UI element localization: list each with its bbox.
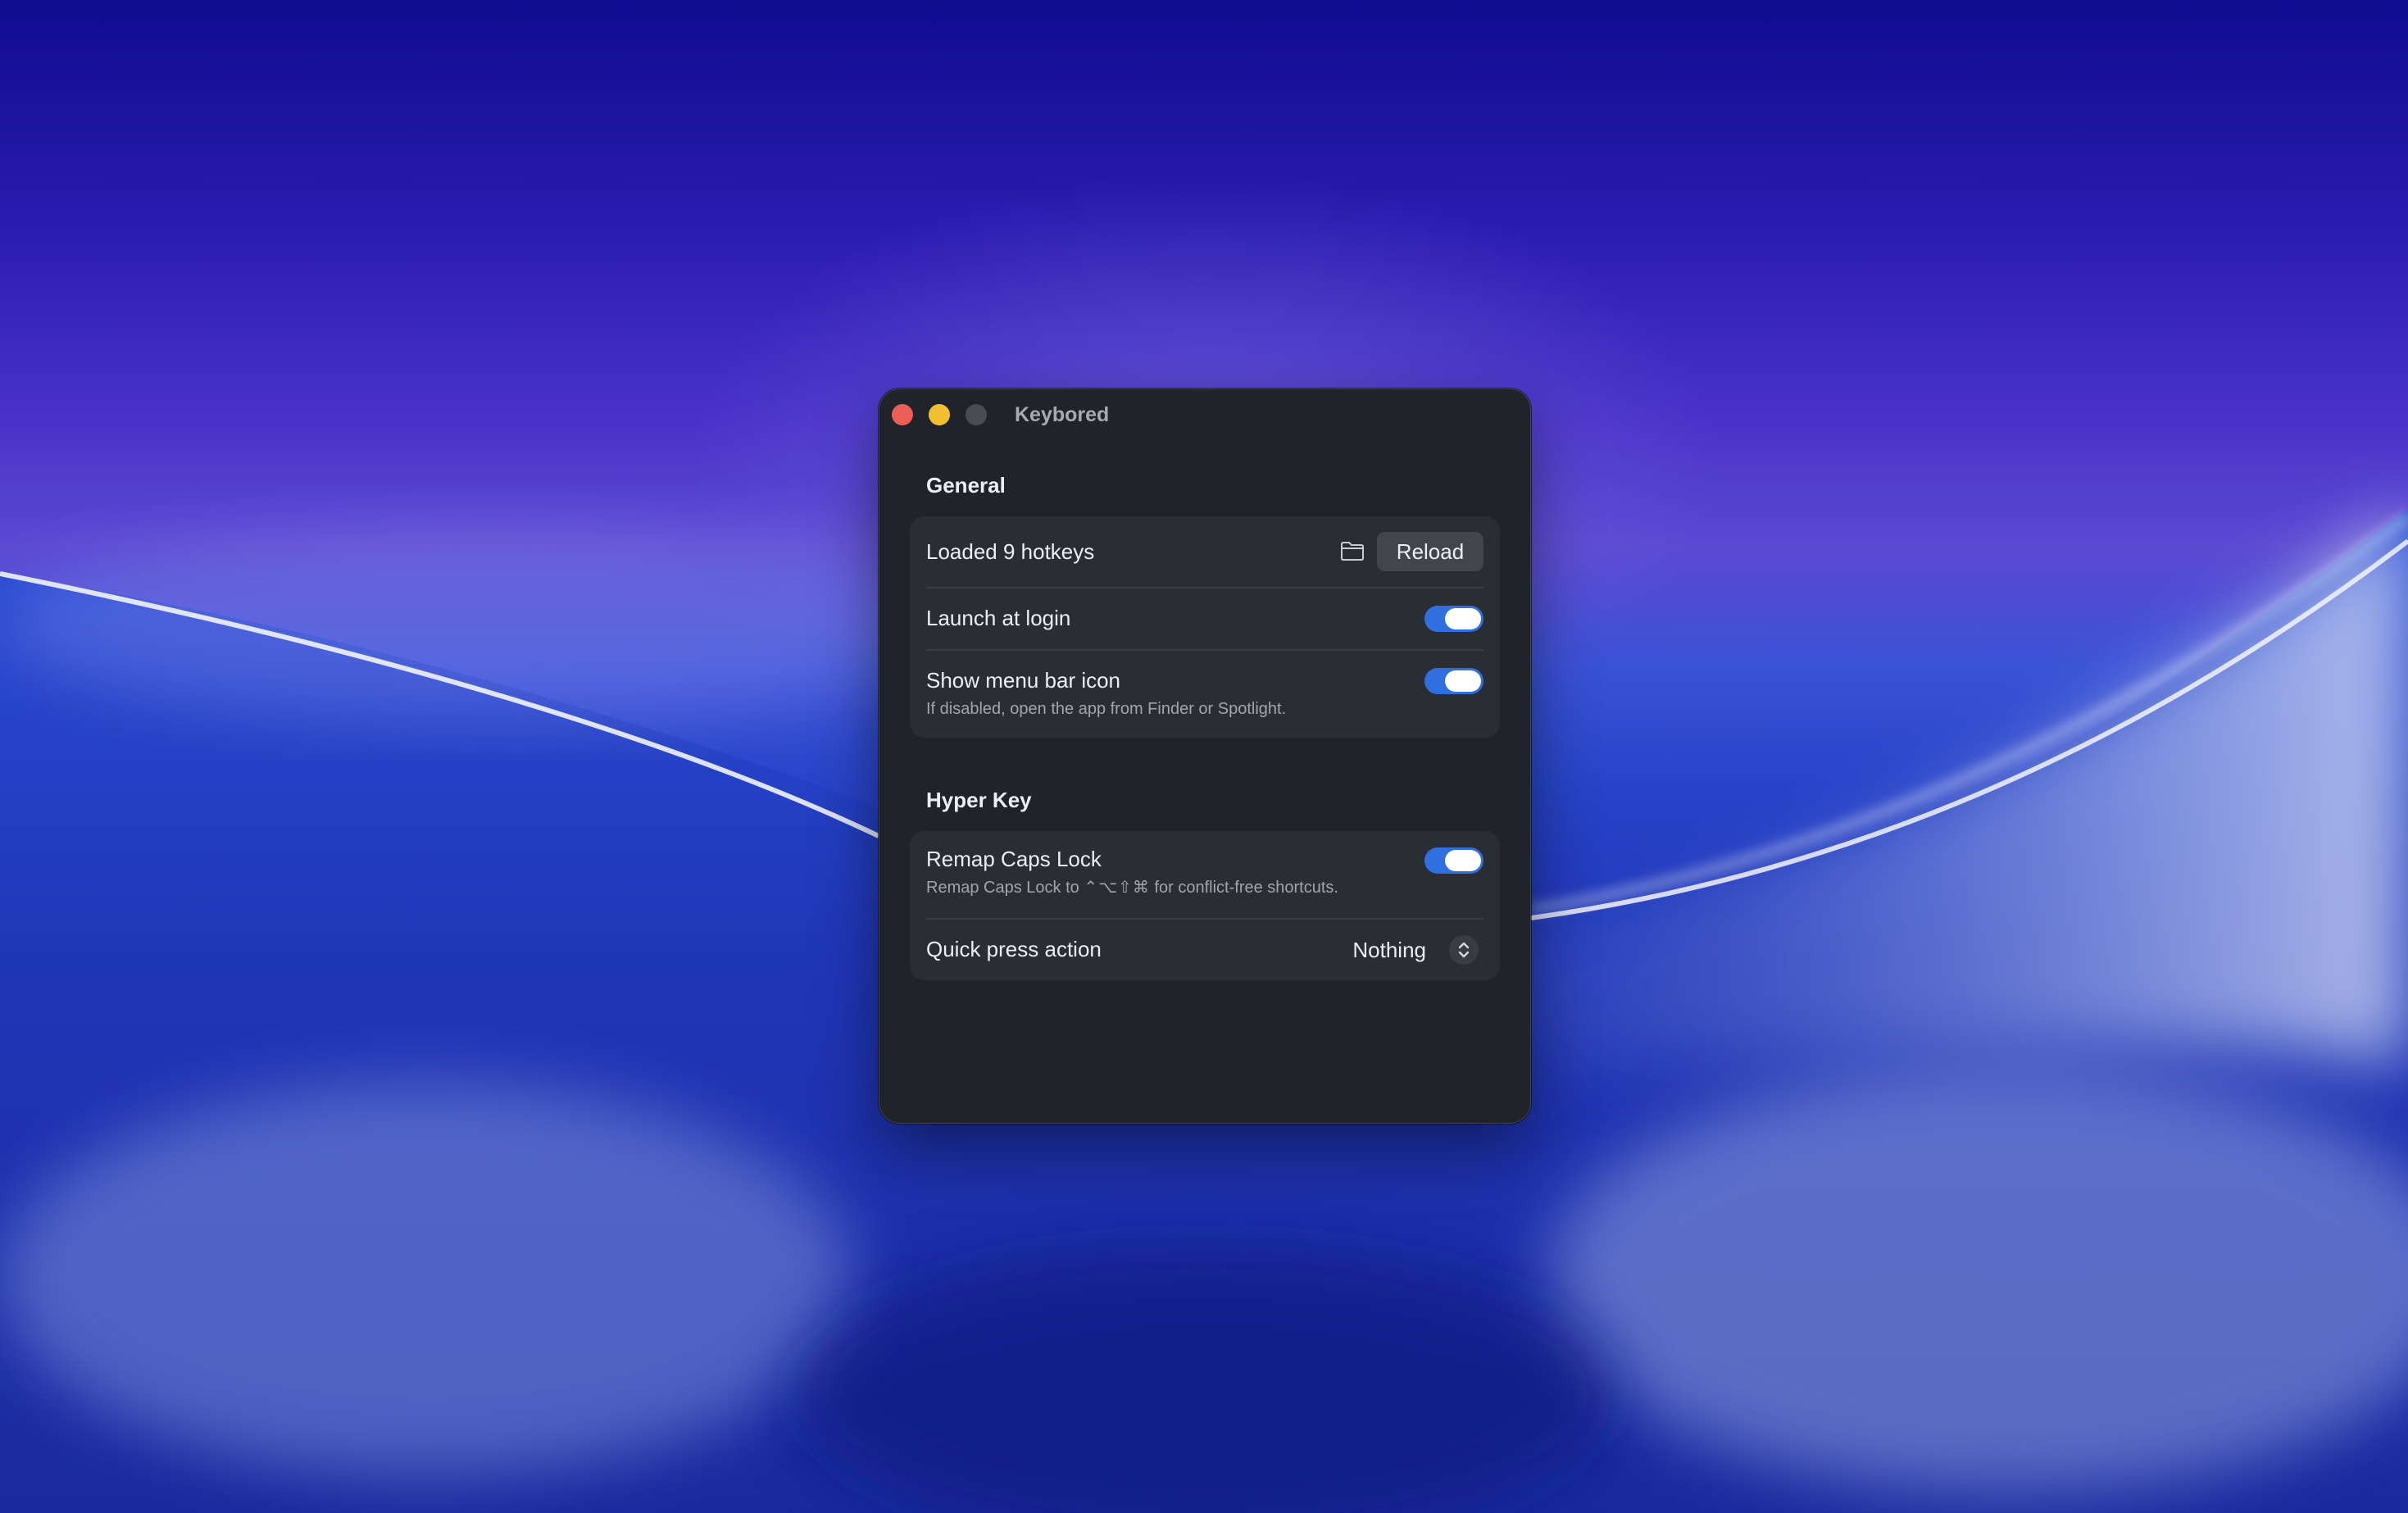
quick-press-action-popup[interactable]: Nothing	[1352, 937, 1426, 963]
minimize-window-button[interactable]	[929, 404, 950, 425]
remap-caps-lock-row: Remap Caps Lock Remap Caps Lock to ⌃⌥⇧⌘ …	[910, 831, 1500, 918]
reload-button[interactable]: Reload	[1377, 532, 1483, 571]
description-prefix: Remap Caps Lock to	[926, 879, 1079, 897]
hyper-key-settings-group: Remap Caps Lock Remap Caps Lock to ⌃⌥⇧⌘ …	[910, 831, 1500, 980]
quick-press-action-label: Quick press action	[926, 937, 1102, 961]
show-menu-bar-icon-toggle[interactable]	[1424, 668, 1483, 694]
folder-icon[interactable]	[1340, 540, 1365, 561]
section-heading-general: General	[926, 473, 1006, 498]
desktop-wallpaper: Keybored General Loaded 9 hotkeys Reload…	[0, 0, 2408, 1513]
description-suffix: for conflict-free shortcuts.	[1154, 879, 1338, 897]
zoom-window-button[interactable]	[965, 404, 987, 425]
toggle-knob	[1445, 850, 1481, 871]
close-window-button[interactable]	[892, 404, 913, 425]
launch-at-login-row: Launch at login	[910, 588, 1500, 649]
section-heading-hyper-key: Hyper Key	[926, 788, 1032, 812]
chevron-up-down-icon[interactable]	[1449, 935, 1479, 965]
hotkeys-status-label: Loaded 9 hotkeys	[926, 539, 1095, 564]
remap-caps-lock-label: Remap Caps Lock	[926, 847, 1102, 871]
modifier-keys-symbols: ⌃⌥⇧⌘	[1084, 879, 1150, 897]
title-bar[interactable]: Keybored	[879, 388, 1531, 439]
toggle-knob	[1445, 670, 1481, 692]
general-settings-group: Loaded 9 hotkeys Reload Launch at login …	[910, 516, 1500, 738]
show-menu-bar-icon-description: If disabled, open the app from Finder or…	[926, 700, 1287, 718]
show-menu-bar-icon-label: Show menu bar icon	[926, 668, 1121, 693]
toggle-knob	[1445, 608, 1481, 629]
launch-at-login-label: Launch at login	[926, 606, 1071, 630]
window-title: Keybored	[1015, 403, 1110, 426]
launch-at-login-toggle[interactable]	[1424, 606, 1483, 632]
hotkeys-row: Loaded 9 hotkeys Reload	[910, 516, 1500, 587]
remap-caps-lock-description: Remap Caps Lock to ⌃⌥⇧⌘ for conflict-fre…	[926, 877, 1338, 898]
remap-caps-lock-toggle[interactable]	[1424, 847, 1483, 874]
keybored-window: Keybored General Loaded 9 hotkeys Reload…	[879, 388, 1531, 1124]
show-menu-bar-icon-row: Show menu bar icon If disabled, open the…	[910, 651, 1500, 738]
quick-press-action-row: Quick press action Nothing	[910, 920, 1500, 980]
